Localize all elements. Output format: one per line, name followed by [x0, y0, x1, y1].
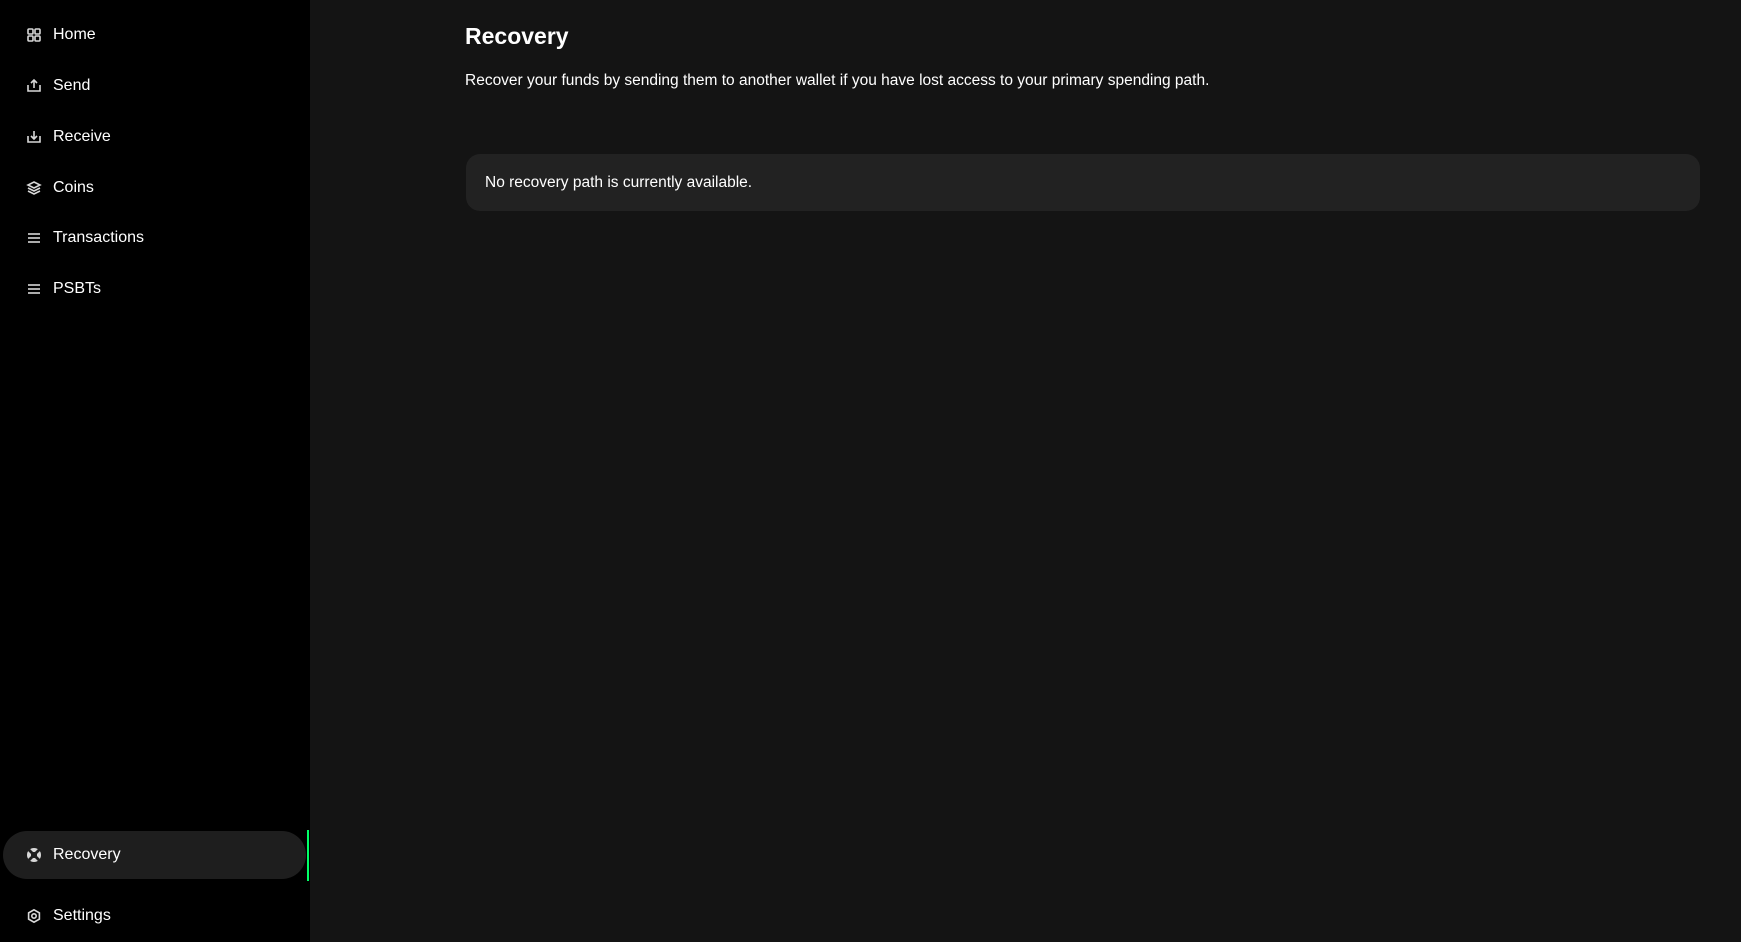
- page-title: Recovery: [465, 23, 569, 49]
- sidebar-item-coins[interactable]: Coins: [3, 164, 306, 212]
- lifebuoy-icon: [23, 844, 45, 866]
- sidebar: Home Send Receive Coins Transactions PSB…: [0, 0, 310, 942]
- sidebar-item-settings[interactable]: Settings: [3, 892, 306, 940]
- sidebar-item-recovery[interactable]: Recovery: [3, 831, 306, 879]
- sidebar-item-label: Receive: [53, 128, 111, 145]
- recovery-status-card: No recovery path is currently available.: [466, 154, 1700, 211]
- page-description: Recover your funds by sending them to an…: [465, 72, 1210, 89]
- sidebar-item-receive[interactable]: Receive: [3, 113, 306, 161]
- sidebar-item-label: Send: [53, 77, 91, 94]
- list-icon: [23, 227, 45, 249]
- app-window: Home Send Receive Coins Transactions PSB…: [0, 0, 1741, 942]
- sidebar-item-label: Home: [53, 26, 96, 43]
- grid-icon: [23, 24, 45, 46]
- sidebar-item-label: Transactions: [53, 229, 144, 246]
- sidebar-item-label: Settings: [53, 907, 111, 924]
- sidebar-item-home[interactable]: Home: [3, 11, 306, 59]
- receive-icon: [23, 126, 45, 148]
- sidebar-item-psbts[interactable]: PSBTs: [3, 265, 306, 313]
- send-icon: [23, 75, 45, 97]
- layers-icon: [23, 177, 45, 199]
- sidebar-item-send[interactable]: Send: [3, 62, 306, 110]
- sidebar-item-label: Coins: [53, 179, 94, 196]
- list-icon: [23, 278, 45, 300]
- active-indicator: [307, 830, 309, 881]
- sidebar-item-label: PSBTs: [53, 280, 102, 297]
- sidebar-item-label: Recovery: [53, 846, 121, 863]
- sidebar-item-transactions[interactable]: Transactions: [3, 214, 306, 262]
- gear-icon: [23, 905, 45, 927]
- recovery-status-message: No recovery path is currently available.: [485, 173, 753, 191]
- main-content: Recovery Recover your funds by sending t…: [310, 0, 1741, 942]
